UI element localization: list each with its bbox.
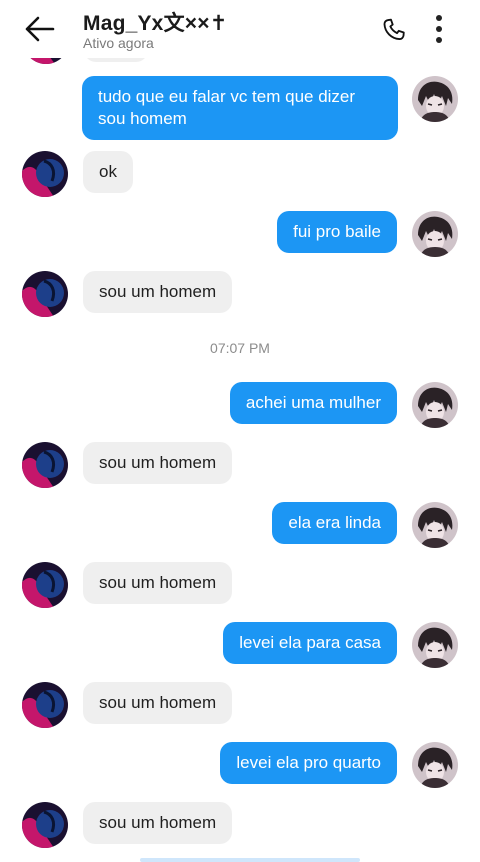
more-vertical-icon (436, 15, 442, 43)
chat-header: Mag_Yx文××✝ Ativo agora (0, 0, 480, 58)
user-avatar (412, 76, 458, 122)
user-avatar (412, 211, 458, 257)
contact-avatar (22, 271, 68, 317)
user-avatar (412, 382, 458, 428)
user-avatar (412, 622, 458, 668)
user-avatar (412, 502, 458, 548)
message-bubble-incoming[interactable]: sou um homem (83, 802, 233, 844)
call-button[interactable] (378, 14, 410, 46)
phone-icon (383, 18, 405, 41)
message-bubble-outgoing[interactable]: achei uma mulher (229, 382, 397, 424)
message-bubble-incoming[interactable]: sou um homem (83, 562, 233, 604)
message-bubble-outgoing[interactable]: tudo que eu falar vc tem que dizer sou h… (82, 76, 398, 140)
message-bubble-incoming[interactable]: sou um homem (83, 442, 233, 484)
contact-name[interactable]: Mag_Yx文××✝ (83, 7, 228, 37)
contact-avatar (22, 151, 68, 197)
contact-avatar (22, 682, 68, 728)
message-bubble-incoming[interactable]: ok (83, 151, 133, 193)
contact-avatar (22, 802, 68, 848)
next-message-edge (140, 858, 360, 862)
message-bubble-outgoing[interactable]: fui pro baile (277, 211, 397, 253)
arrow-left-icon (25, 16, 55, 42)
message-timestamp: 07:07 PM (210, 340, 270, 356)
message-bubble-incoming[interactable]: sou um homem (83, 682, 233, 724)
user-avatar (412, 742, 458, 788)
more-options-button[interactable] (426, 12, 452, 46)
message-bubble-incoming[interactable]: sou um homem (83, 271, 233, 313)
message-bubble-outgoing[interactable]: levei ela para casa (223, 622, 397, 664)
message-bubble-outgoing[interactable]: levei ela pro quarto (220, 742, 397, 784)
message-bubble-outgoing[interactable]: ela era linda (272, 502, 397, 544)
back-button[interactable] (20, 10, 58, 48)
contact-avatar (22, 562, 68, 608)
contact-avatar (22, 442, 68, 488)
contact-status: Ativo agora (83, 35, 154, 51)
